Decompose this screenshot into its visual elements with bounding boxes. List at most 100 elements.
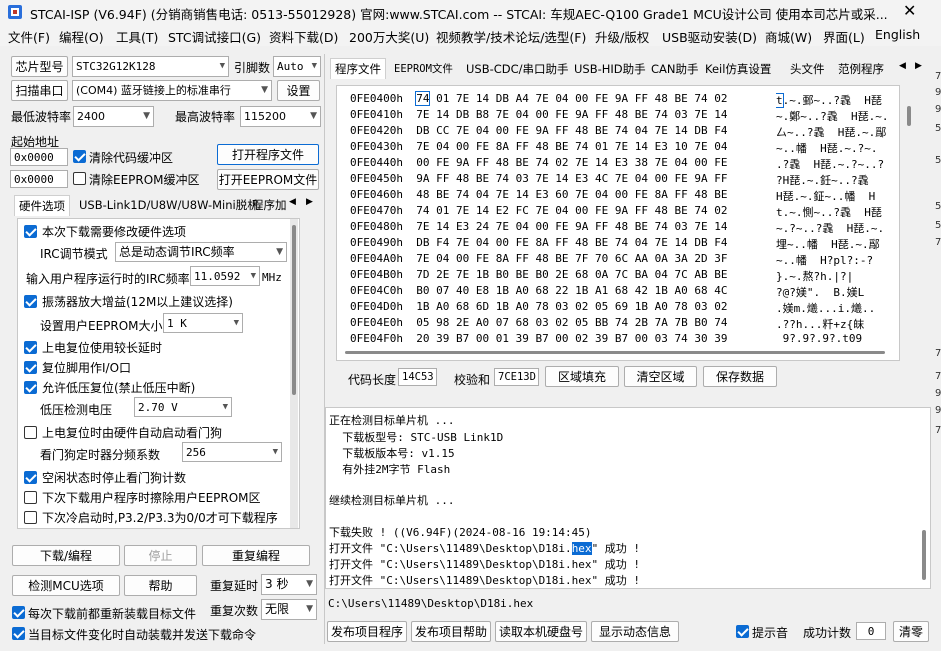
clear-count-button[interactable]: 清零: [893, 621, 929, 642]
port-value: (COM4) 蓝牙链接上的标准串行: [76, 84, 231, 97]
hex-address: 0FE04E0h: [350, 316, 403, 329]
open-program-file-button[interactable]: 打开程序文件: [217, 144, 319, 165]
lvd-voltage-select[interactable]: 2.70 V ▼: [134, 397, 232, 417]
beep-label: 提示音: [752, 626, 789, 640]
log-scroll-thumb[interactable]: [922, 530, 926, 580]
menu-usb-driver[interactable]: USB驱动安装(D): [662, 27, 757, 46]
stop-button[interactable]: 停止: [124, 545, 197, 566]
auto-watchdog-checkbox[interactable]: [24, 426, 37, 439]
show-dynamic-info-button[interactable]: 显示动态信息: [591, 621, 679, 642]
irc-freq-select[interactable]: 11.0592 ▼: [190, 266, 260, 286]
menu-english[interactable]: English: [875, 27, 920, 42]
publish-program-button[interactable]: 发布项目程序: [327, 621, 407, 642]
menu-prize[interactable]: 200万大奖(U): [349, 27, 429, 46]
p32-p33-checkbox[interactable]: [24, 511, 37, 524]
hex-hscroll-thumb[interactable]: [345, 351, 885, 354]
pin-count-select[interactable]: Auto ▼: [273, 56, 321, 77]
detect-mcu-button[interactable]: 检测MCU选项: [12, 575, 120, 596]
download-program-button[interactable]: 下载/编程: [12, 545, 120, 566]
eeprom-start-address-input[interactable]: 0x0000: [10, 170, 68, 188]
hex-ascii: .?毳 H琵.~.?~..?: [776, 156, 898, 172]
min-baud-select[interactable]: 2400 ▼: [73, 106, 154, 127]
ascii-text: }.~.熬?h.|?|: [776, 270, 854, 283]
menu-video[interactable]: 视频教学/技术论坛/选型(F): [436, 27, 586, 46]
options-scroll-thumb[interactable]: [292, 225, 296, 395]
clear-eeprom-checkbox[interactable]: [73, 172, 86, 185]
menu-shop[interactable]: 商城(W): [765, 27, 812, 46]
options-scrollbar[interactable]: [290, 219, 298, 528]
max-baud-select[interactable]: 115200 ▼: [240, 106, 321, 127]
hex-bytes: 7D 2E 7E 1B B0 BE B0 2E 68 0A 7C BA 04 7…: [416, 268, 728, 281]
read-disk-id-button[interactable]: 读取本机硬盘号: [495, 621, 587, 642]
tab-program-file[interactable]: 程序文件: [330, 58, 386, 79]
idle-stop-wdt-checkbox[interactable]: [24, 471, 37, 484]
tab-scroll-left-icon[interactable]: ◀: [289, 197, 296, 207]
scan-port-button[interactable]: 扫描串口: [11, 80, 68, 101]
clear-region-button[interactable]: 清空区域: [624, 366, 697, 387]
tab-can[interactable]: CAN助手: [647, 59, 703, 79]
tab-scroll-left-icon[interactable]: ◀: [899, 61, 906, 71]
beep-checkbox[interactable]: [736, 625, 749, 638]
hex-hscrollbar[interactable]: [341, 348, 897, 356]
checksum-label: 校验和: [454, 373, 491, 387]
chip-type-button[interactable]: 芯片型号: [11, 56, 68, 77]
publish-help-button[interactable]: 发布项目帮助: [411, 621, 491, 642]
eeprom-size-select[interactable]: 1 K ▼: [163, 313, 243, 333]
menu-download[interactable]: 资料下载(D): [269, 27, 338, 46]
tab-usb-hid[interactable]: USB-HID助手: [570, 59, 650, 79]
log-scrollbar[interactable]: [920, 410, 928, 586]
menu-debug[interactable]: STC调试接口(G): [168, 27, 261, 46]
repeat-count-select[interactable]: 无限 ▼: [261, 599, 317, 620]
close-window-button[interactable]: ✕: [903, 1, 916, 20]
low-voltage-reset-checkbox[interactable]: [24, 381, 37, 394]
title-bar: STCAI-ISP (V6.94F) (分销商销售电话: 0513-550129…: [0, 0, 941, 24]
reset-io-checkbox[interactable]: [24, 361, 37, 374]
menu-program[interactable]: 编程(O): [59, 27, 104, 46]
tab-scroll-right-icon[interactable]: ▶: [306, 197, 313, 207]
code-start-address-input[interactable]: 0x0000: [10, 148, 68, 166]
chevron-down-icon: ▼: [306, 579, 313, 589]
long-delay-checkbox[interactable]: [24, 341, 37, 354]
menu-upgrade[interactable]: 升级/版权: [595, 27, 649, 46]
chip-type-select[interactable]: STC32G12K128 ▼: [72, 56, 229, 77]
repeat-program-button[interactable]: 重复编程: [202, 545, 310, 566]
save-data-button[interactable]: 保存数据: [703, 366, 777, 387]
wdt-prescaler-select[interactable]: 256 ▼: [182, 442, 282, 462]
tab-usb-link-offline[interactable]: USB-Link1D/U8W/U8W-Mini脱机: [75, 195, 263, 215]
repeat-delay-select[interactable]: 3 秒 ▼: [261, 574, 317, 595]
hex-view[interactable]: 0FE0400h 74 01 7E 14 DB A4 7E 04 00 FE 9…: [336, 85, 911, 361]
reload-before-download-checkbox[interactable]: [12, 606, 25, 619]
osc-gain-checkbox[interactable]: [24, 295, 37, 308]
port-settings-button[interactable]: 设置: [277, 80, 320, 101]
auto-reload-checkbox[interactable]: [12, 627, 25, 640]
fill-region-button[interactable]: 区域填充: [545, 366, 619, 387]
menu-interface[interactable]: 界面(L): [823, 27, 865, 46]
help-button[interactable]: 帮助: [124, 575, 197, 596]
menu-file[interactable]: 文件(F): [8, 27, 50, 46]
tab-eeprom-file[interactable]: EEPROM文件: [390, 59, 457, 78]
tab-header-file[interactable]: 头文件: [786, 59, 829, 79]
hex-scroll-thumb[interactable]: [907, 106, 911, 126]
modify-hardware-checkbox[interactable]: [24, 225, 37, 238]
tab-keil[interactable]: Keil仿真设置: [701, 59, 775, 79]
hex-address: 0FE0480h: [350, 220, 403, 233]
tab-hardware-options[interactable]: 硬件选项: [14, 195, 70, 216]
log-output[interactable]: 正在检测目标单片机 ... 下载板型号: STC-USB Link1D 下载板版…: [325, 407, 931, 589]
clear-code-checkbox[interactable]: [73, 150, 86, 163]
tab-program-encrypt[interactable]: 程序加: [248, 195, 291, 215]
menu-tools[interactable]: 工具(T): [116, 27, 158, 46]
hex-scrollbar[interactable]: [905, 90, 913, 348]
ascii-text: t.~.惻~..?毳 H琵: [776, 206, 882, 219]
hex-row: 0FE0460h 48 BE 74 04 7E 14 E3 60 7E 04 0…: [350, 188, 728, 204]
erase-eeprom-checkbox[interactable]: [24, 491, 37, 504]
port-select[interactable]: (COM4) 蓝牙链接上的标准串行 ▼: [72, 80, 272, 101]
tab-usb-cdc[interactable]: USB-CDC/串口助手: [462, 59, 573, 79]
irc-mode-select[interactable]: 总是动态调节IRC频率 ▼: [115, 242, 287, 262]
max-baud-value: 115200: [244, 110, 286, 123]
hex-cursor-byte[interactable]: 74: [415, 91, 431, 106]
hex-address: 0FE0410h: [350, 108, 403, 121]
tab-scroll-right-icon[interactable]: ▶: [915, 61, 922, 71]
ascii-cursor-char[interactable]: t: [776, 93, 784, 108]
open-eeprom-file-button[interactable]: 打开EEPROM文件: [217, 169, 319, 190]
tab-examples[interactable]: 范例程序: [834, 59, 888, 79]
